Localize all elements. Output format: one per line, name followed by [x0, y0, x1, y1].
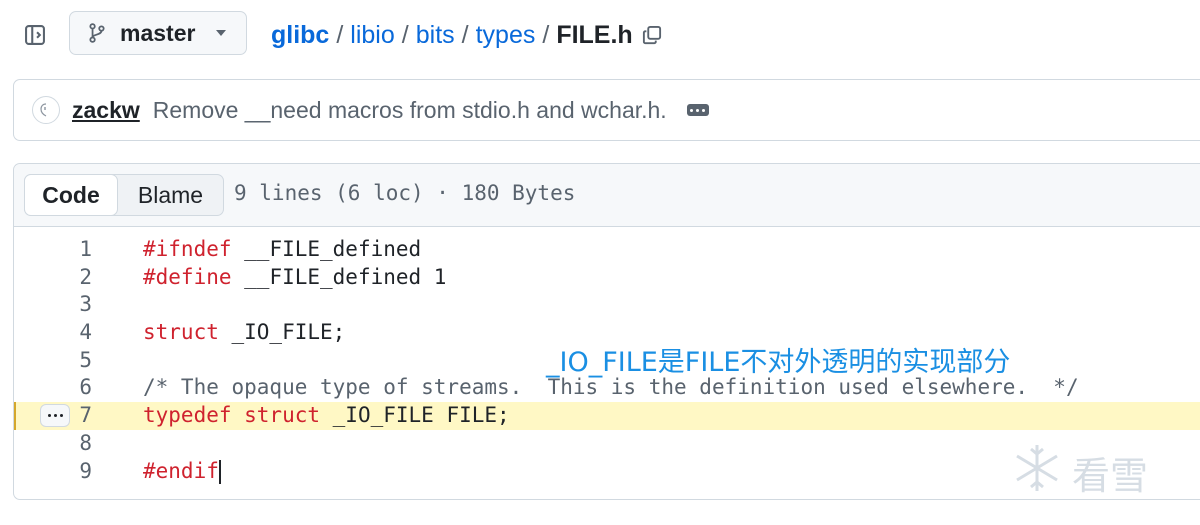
latest-commit-bar: zackw Remove __need macros from stdio.h …: [13, 79, 1200, 141]
line-code: struct _IO_FILE;: [143, 319, 345, 347]
code-text: _IO_FILE FILE;: [320, 403, 510, 428]
code-keyword: typedef struct: [143, 403, 321, 428]
line-number[interactable]: 2: [14, 264, 92, 292]
view-mode-switch: Code Blame: [24, 174, 224, 216]
chevron-down-icon: [216, 30, 226, 36]
copy-path-icon[interactable]: [642, 24, 664, 46]
breadcrumb-separator: /: [461, 20, 469, 49]
breadcrumb-libio-link[interactable]: libio: [350, 21, 394, 50]
text-cursor: [218, 459, 221, 484]
code-text: __FILE_defined 1: [231, 264, 447, 289]
breadcrumb-repo-link[interactable]: glibc: [271, 21, 329, 50]
watermark-text: 看雪: [1072, 454, 1149, 498]
line-options-button[interactable]: [40, 404, 70, 428]
code-line[interactable]: 2 #define __FILE_defined 1: [14, 264, 1200, 292]
tab-code[interactable]: Code: [24, 174, 118, 216]
breadcrumb-bits-link[interactable]: bits: [416, 21, 455, 50]
code-comment: /* The opaque type of streams. This is t…: [143, 375, 1079, 400]
line-code: #define __FILE_defined 1: [143, 264, 446, 292]
code-line[interactable]: 3: [14, 291, 1200, 319]
code-line[interactable]: 7 typedef struct _IO_FILE FILE;: [14, 402, 1200, 430]
line-number[interactable]: 5: [14, 347, 92, 375]
file-info: 9 lines (6 loc) · 180 Bytes: [234, 181, 576, 205]
avatar[interactable]: [32, 96, 60, 124]
code-text: __FILE_defined: [231, 237, 422, 261]
line-code: #endif: [143, 458, 221, 486]
code-keyword: struct: [143, 320, 219, 345]
line-number[interactable]: 6: [14, 374, 92, 402]
code-text: _IO_FILE;: [218, 320, 346, 345]
tab-blame[interactable]: Blame: [118, 175, 223, 215]
branch-name: master: [120, 19, 196, 46]
file-header: Code Blame 9 lines (6 loc) · 180 Bytes: [14, 164, 1200, 227]
commit-message-link[interactable]: Remove __need macros from stdio.h and wc…: [153, 97, 667, 124]
breadcrumb: glibc / libio / bits / types / FILE.h: [271, 18, 664, 52]
watermark: 看雪: [1010, 441, 1148, 504]
annotation-text: _IO_FILE是FILE不对外透明的实现部分: [546, 347, 1011, 378]
line-number[interactable]: 3: [14, 291, 92, 319]
code-keyword: #endif: [143, 458, 219, 483]
line-number[interactable]: 1: [14, 236, 92, 264]
sidebar-toggle-icon[interactable]: [22, 22, 48, 48]
breadcrumb-current-file: FILE.h: [556, 20, 633, 49]
line-number[interactable]: 9: [14, 458, 92, 486]
line-code: typedef struct _IO_FILE FILE;: [143, 402, 510, 430]
line-number[interactable]: 4: [14, 319, 92, 347]
code-keyword: #define: [143, 264, 232, 289]
commit-author-link[interactable]: zackw: [72, 97, 140, 124]
snowflake-icon: [1010, 441, 1064, 504]
code-keyword: #ifndef: [143, 237, 232, 261]
breadcrumb-separator: /: [401, 20, 409, 49]
breadcrumb-separator: /: [336, 20, 344, 49]
line-code: #ifndef __FILE_defined: [143, 236, 421, 264]
branch-selector-button[interactable]: master: [69, 11, 247, 55]
breadcrumb-types-link[interactable]: types: [476, 21, 536, 50]
code-line[interactable]: 1 #ifndef __FILE_defined: [14, 236, 1200, 264]
breadcrumb-separator: /: [542, 20, 550, 49]
line-number[interactable]: 8: [14, 430, 92, 458]
ellipsis-icon[interactable]: [686, 104, 709, 116]
git-branch-icon: [88, 23, 108, 43]
